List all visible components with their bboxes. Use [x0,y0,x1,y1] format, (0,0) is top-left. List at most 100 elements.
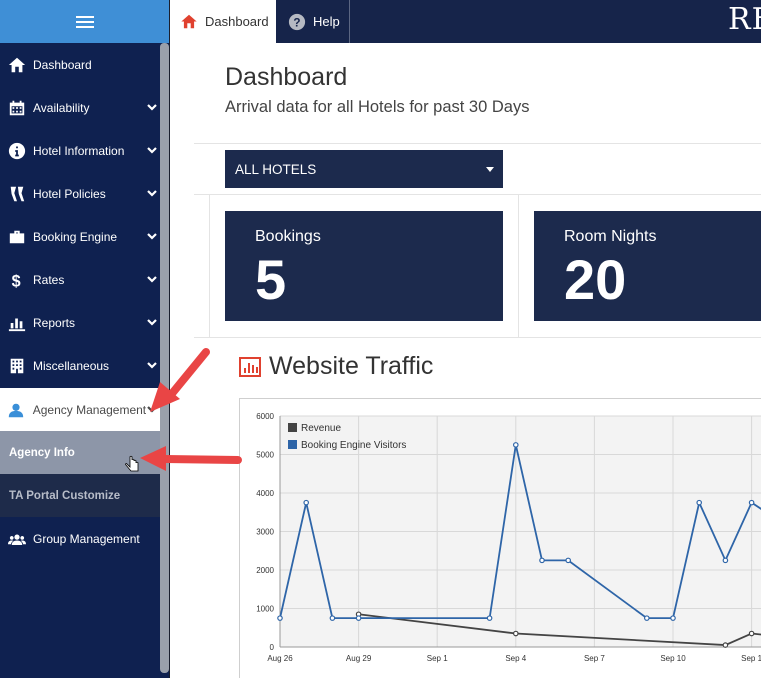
series-revenue-point [512,630,519,637]
question-icon: ? [288,13,306,30]
sidebar-subitem-ta-portal-customize[interactable]: TA Portal Customize [0,474,160,517]
series-booking-engine-visitors-point [670,615,676,621]
caret-down-icon [486,167,494,172]
y-tick-label: 6000 [256,412,274,421]
home-icon [181,14,197,29]
sidebar-item-availability[interactable]: Availability [0,86,160,129]
user-icon [0,401,33,419]
legend-label: Booking Engine Visitors [301,440,406,451]
menu-toggle-button[interactable] [0,0,170,43]
sidebar-subitem-label: Agency Info [9,446,75,459]
series-booking-engine-visitors-point [277,615,283,621]
series-booking-engine-visitors-point [748,499,755,506]
stat-card-bookings: Bookings 5 [225,211,503,321]
sidebar-item-label: Rates [33,272,65,287]
stat-label: Bookings [255,228,321,245]
sidebar-item-hotel-policies[interactable]: Hotel Policies [0,172,160,215]
sidebar-subitem-agency-info[interactable]: Agency Info [0,431,160,474]
sidebar-item-label: Dashboard [33,57,92,72]
hotel-select-value: ALL HOTELS [235,161,317,177]
series-booking-engine-visitors-point [355,615,362,621]
sidebar-item-rates[interactable]: $ Rates [0,258,160,301]
sidebar-item-label: Reports [33,315,76,330]
y-tick-label: 5000 [256,451,274,460]
website-traffic-chart: 0 1000 2000 3000 4000 5000 6000 Aug 26 Aug 29 Sep… [239,398,761,678]
chevron-down-icon [146,359,160,373]
sidebar-item-label: Hotel Information [33,143,125,158]
chevron-down-icon [146,230,160,244]
divider [209,195,210,337]
sidebar-item-booking-engine[interactable]: Booking Engine [0,215,160,258]
divider [194,194,761,195]
series-booking-engine-visitors-point [565,557,572,564]
page-subtitle: Arrival data for all Hotels for past 30 … [225,98,530,116]
page-title: Dashboard [225,63,348,91]
x-tick-label: Sep 1 [741,654,761,663]
divider [194,143,761,144]
tab-dashboard[interactable]: Dashboard [170,0,276,43]
sidebar-item-label: Group Management [33,531,140,546]
y-tick-label: 2000 [256,566,274,575]
x-tick-label: Sep 10 [660,654,686,663]
svg-text:$: $ [11,272,20,289]
hamburger-icon [76,15,94,28]
y-tick-label: 4000 [256,489,274,498]
stat-card-room-nights: Room Nights 20 [534,211,761,321]
series-booking-engine-visitors-point [539,557,545,564]
chevron-down-icon [146,187,160,201]
chevron-down-icon [146,144,160,158]
x-tick-label: Sep 7 [584,654,605,663]
series-revenue-point [722,642,729,648]
users-icon [0,530,33,548]
divider [194,337,761,338]
sidebar-item-group-management[interactable]: Group Management [0,517,160,560]
series-booking-engine-visitors-point [329,615,336,621]
stat-label: Room Nights [564,228,657,245]
tab-help[interactable]: ? Help [276,0,350,43]
top-bar: Dashboard ? Help [170,0,761,43]
sidebar-subitem-label: TA Portal Customize [9,489,121,502]
x-tick-label: Aug 26 [267,654,293,663]
bar-chart-icon [239,357,261,377]
chevron-down-icon [146,273,160,287]
sidebar-item-hotel-information[interactable]: Hotel Information [0,129,160,172]
stat-value: 20 [564,248,627,311]
sidebar-item-agency-management[interactable]: Agency Management [0,388,160,431]
sidebar-item-label: Hotel Policies [33,186,106,201]
series-booking-engine-visitors-point [512,442,519,448]
svg-text:?: ? [293,16,300,29]
sidebar: Dashboard Availability Hotel Information… [0,0,170,678]
sidebar-item-label: Miscellaneous [33,358,110,373]
tab-label: Dashboard [205,14,269,29]
x-tick-label: Aug 29 [346,654,372,663]
briefcase-icon [0,228,33,246]
x-tick-label: Sep 1 [427,654,448,663]
sidebar-item-dashboard[interactable]: Dashboard [0,43,160,86]
chevron-down-icon [146,403,160,417]
calendar-icon [0,99,33,117]
sidebar-item-label: Booking Engine [33,229,118,244]
legend-swatch [288,440,297,449]
sidebar-item-label: Agency Management [32,402,147,417]
info-icon [0,142,33,160]
sidebar-item-label: Availability [33,100,90,115]
y-tick-label: 0 [270,643,275,652]
tab-label: Help [313,14,340,29]
building-icon [0,357,33,375]
series-booking-engine-visitors-point [303,499,309,506]
y-tick-label: 1000 [256,605,274,614]
traffic-line-chart: 0 1000 2000 3000 4000 5000 6000 Aug 26 Aug 29 Sep… [256,412,761,663]
brand-logo: RE [728,2,761,37]
legend-label: Revenue [301,423,341,434]
sidebar-item-miscellaneous[interactable]: Miscellaneous [0,344,160,387]
sidebar-item-reports[interactable]: Reports [0,301,160,344]
x-tick-label: Sep 4 [505,654,526,663]
chevron-down-icon [146,101,160,115]
y-tick-label: 3000 [256,528,274,537]
sidebar-divider [169,0,170,678]
sidebar-scrollbar[interactable] [160,43,169,673]
hotel-select[interactable]: ALL HOTELS [225,150,503,188]
bar-chart-icon [0,314,33,332]
series-booking-engine-visitors-point [643,615,650,621]
policy-icon [0,185,33,203]
